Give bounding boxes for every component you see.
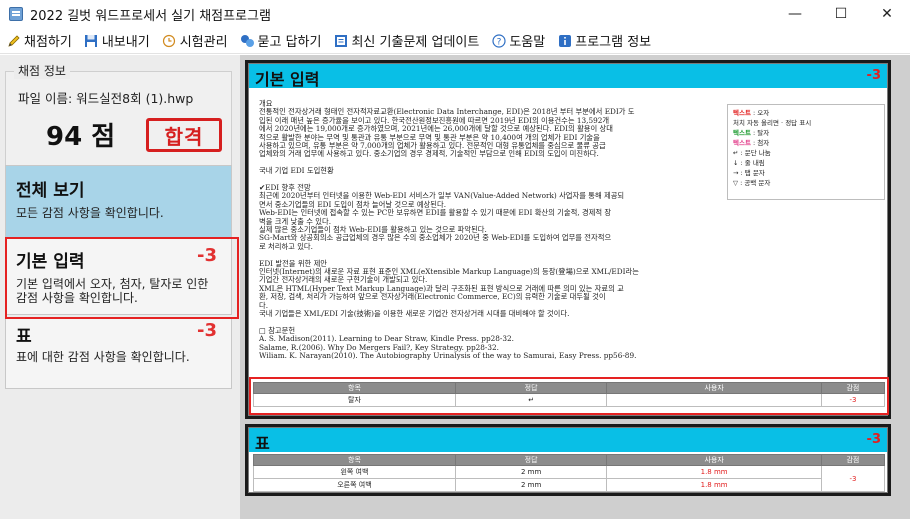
legend-desc: : 탭 문자: [738, 169, 765, 177]
qa-icon: [240, 33, 255, 48]
info-icon: [557, 33, 572, 48]
menu-program-info-label: 프로그램 정보: [575, 35, 652, 50]
document-preview: 개요 전통적인 전자상거래 형태인 전자적자료교환(Electronic Data…: [259, 100, 723, 378]
window-title: 2022 길벗 워드프로세서 실기 채점프로그램: [30, 8, 271, 24]
close-button[interactable]: ✕: [864, 0, 910, 28]
menu-exam-manage-label: 시험관리: [179, 35, 228, 50]
menu-update-label: 최신 기출문제 업데이트: [351, 35, 480, 50]
menu-qa[interactable]: 묻고 답하기: [240, 31, 322, 50]
update-icon: [333, 33, 348, 48]
header-user: 사용자: [606, 454, 822, 466]
menu-export-label: 내보내기: [101, 35, 150, 50]
legend-box: 텍스트 : 오자 처치 자동 올리면 · 정답 표시 텍스트 : 탈자 텍스트 : …: [727, 104, 885, 200]
legend-line: 텍스트 : 오자: [733, 108, 879, 118]
category-table-desc: 표에 대한 감점 사항을 확인합니다.: [16, 350, 190, 364]
legend-desc: : 공백 문자: [738, 179, 771, 187]
legend-mark: 텍스트: [733, 129, 751, 137]
table-result-table: 항목 정답 사용자 감점 왼쪽 여백 2 mm 1.8 mm -3 오른쪽 여백…: [253, 454, 886, 492]
legend-line: 텍스트 : 첨자: [733, 138, 879, 148]
category-table-title: 표: [16, 327, 32, 347]
legend-line: ▽ : 공백 문자: [733, 178, 879, 188]
cell-user: 1.8 mm: [606, 465, 822, 479]
maximize-button[interactable]: ☐: [818, 0, 864, 28]
header-item: 항목: [253, 454, 456, 466]
cell-user: 1.8 mm: [606, 478, 822, 492]
window-controls: — ☐ ✕: [772, 0, 910, 28]
section-table-deduct: -3: [866, 432, 881, 447]
category-overall-title: 전체 보기: [16, 181, 85, 201]
legend-desc: 처치 자동 올리면 · 정답 표시: [733, 119, 812, 127]
menu-program-info[interactable]: 프로그램 정보: [557, 31, 651, 50]
svg-text:?: ?: [496, 37, 501, 47]
doc-line: A. S. Madison(2011). Learning to Dear St…: [259, 334, 515, 344]
menu-help[interactable]: ? 도움말: [491, 31, 545, 50]
doc-line: 로 처리하고 있다.: [259, 241, 313, 251]
doc-line: 국내 기업들은 XML/EDI 기술(技術)을 이용한 새로운 기업간 전자상거…: [259, 309, 570, 318]
legend-desc: : 탈자: [750, 129, 770, 137]
legend-line: 처치 자동 올리면 · 정답 표시: [733, 118, 879, 128]
app-icon: [9, 7, 23, 21]
cell-answer: 2 mm: [454, 478, 608, 492]
table-row[interactable]: 오른쪽 여백 2 mm 1.8 mm: [253, 478, 885, 492]
menu-help-label: 도움말: [509, 35, 546, 50]
minimize-button[interactable]: —: [772, 0, 818, 28]
legend-mark: 텍스트: [733, 139, 751, 147]
grading-info-label: 채점 정보: [14, 62, 70, 79]
help-icon: ?: [491, 33, 506, 48]
cell-answer: 2 mm: [454, 465, 608, 479]
menu-qa-label: 묻고 답하기: [257, 35, 322, 50]
file-name: 파일 이름: 워드실전8회 (1).hwp: [18, 91, 194, 106]
menu-exam-manage[interactable]: 시험관리: [162, 31, 228, 50]
menu-grade-label: 채점하기: [24, 35, 72, 50]
legend-line: ↵ : 문단 나눔: [733, 148, 879, 158]
legend-desc: : 첨자: [750, 139, 770, 147]
category-table-deduct: -3: [197, 320, 217, 341]
title-bar: 2022 길벗 워드프로세서 실기 채점프로그램 — ☐ ✕: [0, 0, 910, 28]
legend-desc: : 오자: [750, 109, 770, 117]
legend-line: ↓ : 줄 내림: [733, 158, 879, 168]
left-panel: 채점 정보 파일 이름: 워드실전8회 (1).hwp 94 점 합격 전체 보…: [0, 55, 240, 519]
doc-line: Web-EDI는 인터넷에 접속할 수 있는 PC만 보유하면 EDI를 활용할…: [259, 208, 612, 218]
section-table-header: 표 -3: [249, 428, 887, 453]
header-deduct: 감점: [820, 454, 886, 466]
menu-export[interactable]: 내보내기: [84, 31, 150, 50]
legend-desc: : 문단 나눔: [738, 149, 771, 157]
category-table[interactable]: 표 -3 표에 대한 감점 사항을 확인합니다.: [5, 317, 232, 389]
legend-line: 텍스트 : 탈자: [733, 128, 879, 138]
section-basic-input: 기본 입력 -3 개요 전통적인 전자상거래 형태인 전자적자료교환(Electr…: [248, 63, 889, 416]
save-icon: [84, 33, 99, 48]
highlight-basic-input: [5, 237, 239, 319]
highlight-basic-table: [249, 377, 889, 415]
menu-bar: 채점하기 내보내기 시험관리 묻고 답하기 최신 기출문제 업데이트 ? 도움말: [0, 28, 910, 54]
doc-line: 환, 저장, 검색, 처리가 가능하여 앞으로 전자상거래(Electronic…: [259, 292, 606, 302]
category-overall-desc: 모든 감점 사항을 확인합니다.: [16, 206, 164, 220]
score: 94 점: [46, 122, 116, 152]
section-table: 표 -3 항목 정답 사용자 감점 왼쪽 여백 2 mm 1.8 mm -3 오…: [248, 427, 888, 493]
pencil-icon: [6, 33, 21, 48]
doc-line: Wiliam. K. Narayan(2010). The Autobiogra…: [259, 351, 637, 360]
section-basic-header: 기본 입력 -3: [249, 64, 887, 89]
doc-line: 에서 2020년에는 19,000개로 증가하였으며, 2021년에는 26,0…: [259, 124, 613, 134]
menu-update[interactable]: 최신 기출문제 업데이트: [333, 31, 479, 50]
menu-grade[interactable]: 채점하기: [6, 31, 72, 50]
legend-mark: 텍스트: [733, 109, 751, 117]
section-table-title: 표: [255, 434, 270, 453]
section-basic-title: 기본 입력: [255, 70, 320, 89]
cell-deduct: -3: [820, 465, 886, 492]
cell-item: 왼쪽 여백: [253, 465, 456, 479]
section-basic-deduct: -3: [866, 68, 881, 83]
cell-item: 오른쪽 여백: [253, 478, 456, 492]
legend-desc: : 줄 내림: [738, 159, 765, 167]
result-area: 기본 입력 -3 개요 전통적인 전자상거래 형태인 전자적자료교환(Electr…: [240, 55, 910, 519]
table-row[interactable]: 왼쪽 여백 2 mm 1.8 mm -3: [253, 465, 886, 492]
legend-line: → : 탭 문자: [733, 168, 879, 178]
clock-icon: [162, 33, 177, 48]
doc-line: 국내 기업 EDI 도입현황: [259, 166, 334, 176]
header-answer: 정답: [454, 454, 608, 466]
doc-line: 업체와의 거래 업무에 사용하고 있다. 중소기업의 경우 경제적, 기술적인 …: [259, 149, 599, 159]
pass-stamp: 합격: [146, 118, 222, 152]
